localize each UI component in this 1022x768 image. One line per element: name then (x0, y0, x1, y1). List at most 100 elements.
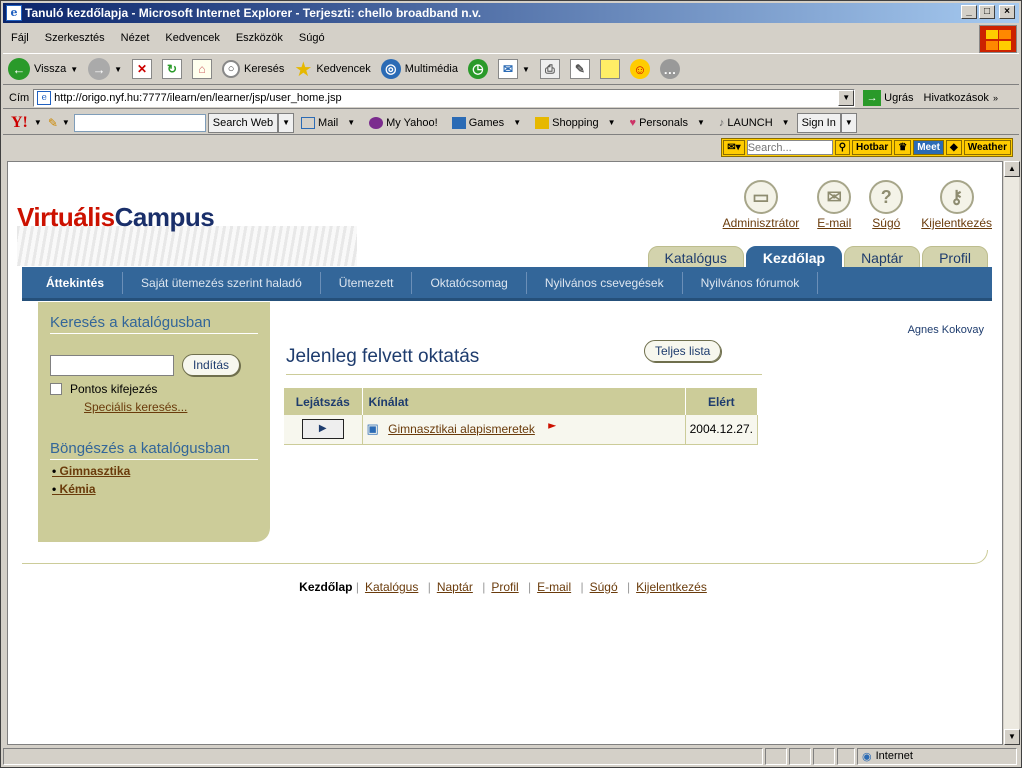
address-dropdown[interactable]: ▼ (838, 89, 855, 106)
browse-item-gymnastics[interactable]: Gimnasztika (50, 464, 258, 478)
yahoo-smiley-button[interactable]: ☺ (625, 56, 655, 82)
weather-button[interactable]: Weather (963, 140, 1011, 155)
yahoo-my-yahoo[interactable]: My Yahoo! (362, 116, 445, 129)
meet-button[interactable]: Meet (913, 140, 945, 155)
notes-button[interactable] (595, 56, 625, 82)
search-icon[interactable]: ⚲ (834, 140, 851, 155)
vertical-scrollbar[interactable]: ▲ ▼ (1003, 161, 1020, 745)
games-icon (451, 116, 466, 129)
key-icon: ⚷ (939, 180, 974, 214)
maximize-button[interactable]: □ (979, 5, 995, 19)
chevron-down-icon[interactable]: ▼ (522, 65, 530, 74)
logout-link[interactable]: ⚷ Kijelentkezés (921, 180, 992, 230)
history-button[interactable]: ◷ (463, 56, 493, 82)
search-web-button[interactable]: Search Web (207, 112, 279, 133)
nav-scheduled[interactable]: Ütemezett (321, 271, 413, 294)
back-button[interactable]: ← Vissza ▼ (3, 56, 83, 82)
menu-tools[interactable]: Eszközök (228, 32, 291, 44)
tab-catalog[interactable]: Katalógus (647, 246, 744, 268)
folder-icon: ▭ (743, 180, 778, 214)
favorites-button[interactable]: ★ Kedvencek (289, 56, 375, 82)
forward-button[interactable]: → ▼ (83, 56, 127, 82)
yahoo-mail[interactable]: Mail ▼ (294, 116, 362, 129)
edit-icon: ✎ (569, 59, 590, 79)
play-button[interactable]: ▶ (301, 419, 344, 440)
yahoo-logo[interactable]: Y! (3, 114, 34, 132)
search-button[interactable]: ○ Keresés (217, 56, 289, 82)
nav-chats[interactable]: Nyilvános csevegések (527, 271, 683, 294)
chevron-down-icon[interactable]: ▼ (58, 118, 74, 127)
minimize-button[interactable]: _ (961, 5, 977, 19)
heart-icon: ♥ (629, 116, 637, 129)
window-title: Tanuló kezdőlapja - Microsoft Internet E… (25, 6, 482, 20)
nav-self-paced[interactable]: Saját ütemezés szerint haladó (123, 271, 321, 294)
yahoo-shopping[interactable]: Shopping ▼ (528, 116, 622, 129)
address-input[interactable]: e http://origo.nyf.hu:7777/ilearn/en/lea… (33, 88, 856, 107)
scroll-up-button[interactable]: ▲ (1004, 161, 1020, 177)
yahoo-games[interactable]: Games ▼ (445, 116, 528, 129)
nav-overview[interactable]: Áttekintés (22, 271, 124, 294)
messenger-button[interactable]: … (655, 56, 685, 82)
menu-file[interactable]: Fájl (3, 32, 37, 44)
admin-link[interactable]: ▭ Adminisztrátor (723, 180, 799, 230)
start-search-button[interactable]: Indítás (182, 354, 241, 376)
exact-phrase-checkbox[interactable] (50, 383, 62, 395)
mail-icon[interactable]: ✉▾ (723, 140, 745, 155)
chevron-right-icon[interactable]: » (989, 93, 998, 103)
chevron-down-icon[interactable]: ▼ (114, 65, 122, 74)
help-link[interactable]: ? Súgó (869, 180, 904, 230)
browse-item-chemistry[interactable]: Kémia (50, 482, 258, 496)
tab-profile[interactable]: Profil (922, 246, 988, 268)
home-button[interactable]: ⌂ (187, 56, 217, 82)
chevron-down-icon[interactable]: ▼ (70, 65, 78, 74)
pencil-icon[interactable]: ✎ (48, 116, 58, 130)
media-button[interactable]: ◎ Multimédia (376, 56, 463, 82)
table-row: ▶ ▣ Gimnasztikai alapismeretek 2004.12.2… (284, 415, 759, 445)
title-bar: e Tanuló kezdőlapja - Microsoft Internet… (3, 3, 1019, 23)
email-link[interactable]: ✉ E-mail (817, 180, 851, 230)
yahoo-launch[interactable]: ♪ LAUNCH ▼ (712, 117, 797, 129)
menu-favorites[interactable]: Kedvencek (157, 32, 227, 44)
scroll-down-button[interactable]: ▼ (1004, 729, 1020, 745)
menu-help[interactable]: Súgó (291, 32, 333, 44)
print-button[interactable]: ⎙ (535, 56, 565, 82)
chevron-down-icon[interactable]: ▼ (34, 118, 48, 127)
edit-button[interactable]: ✎ (565, 56, 595, 82)
links-button[interactable]: Hivatkozások (922, 92, 989, 104)
footer-email[interactable]: E-mail (537, 580, 571, 594)
zone-label: Internet (875, 750, 913, 762)
hotbar-search-input[interactable] (746, 140, 833, 155)
close-button[interactable]: × (999, 5, 1015, 19)
page-icon: e (37, 90, 52, 105)
ticket-icon[interactable]: ◆ (946, 140, 962, 155)
footer-catalog[interactable]: Katalógus (365, 580, 418, 594)
go-button[interactable]: → Ugrás (855, 89, 921, 106)
full-list-button[interactable]: Teljes lista (644, 340, 722, 362)
sign-in-button[interactable]: Sign In (796, 112, 841, 133)
search-heading: Keresés a katalógusban (50, 314, 258, 334)
courses-table: Lejátszás Kínálat Elért ▶ ▣ Gimnasztikai… (284, 388, 759, 445)
footer-logout[interactable]: Kijelentkezés (636, 580, 707, 594)
menu-view[interactable]: Nézet (113, 32, 158, 44)
footer-help[interactable]: Súgó (590, 580, 618, 594)
menu-edit[interactable]: Szerkesztés (37, 32, 113, 44)
footer-profile[interactable]: Profil (491, 580, 518, 594)
tab-home[interactable]: Kezdőlap (745, 246, 843, 268)
browser-window: e Tanuló kezdőlapja - Microsoft Internet… (0, 0, 1022, 768)
course-link[interactable]: Gimnasztikai alapismeretek (388, 422, 535, 436)
tab-calendar[interactable]: Naptár (844, 246, 921, 268)
mail-button[interactable]: ✉ ▼ (493, 56, 535, 82)
yahoo-personals[interactable]: ♥ Personals ▼ (623, 117, 712, 129)
refresh-button[interactable]: ↻ (157, 56, 187, 82)
hotbar-button[interactable]: Hotbar (852, 140, 893, 155)
footer-calendar[interactable]: Naptár (437, 580, 473, 594)
crown-icon[interactable]: ♛ (894, 140, 912, 155)
nav-forums[interactable]: Nyilvános fórumok (683, 271, 819, 294)
advanced-search-link[interactable]: Speciális keresés... (84, 400, 258, 414)
search-web-dropdown[interactable]: ▼ (278, 112, 295, 133)
sign-in-dropdown[interactable]: ▼ (840, 112, 857, 133)
nav-package[interactable]: Oktatócsomag (412, 271, 527, 294)
stop-button[interactable]: ✕ (127, 56, 157, 82)
catalog-search-input[interactable] (50, 354, 174, 376)
yahoo-search-input[interactable] (73, 113, 206, 132)
